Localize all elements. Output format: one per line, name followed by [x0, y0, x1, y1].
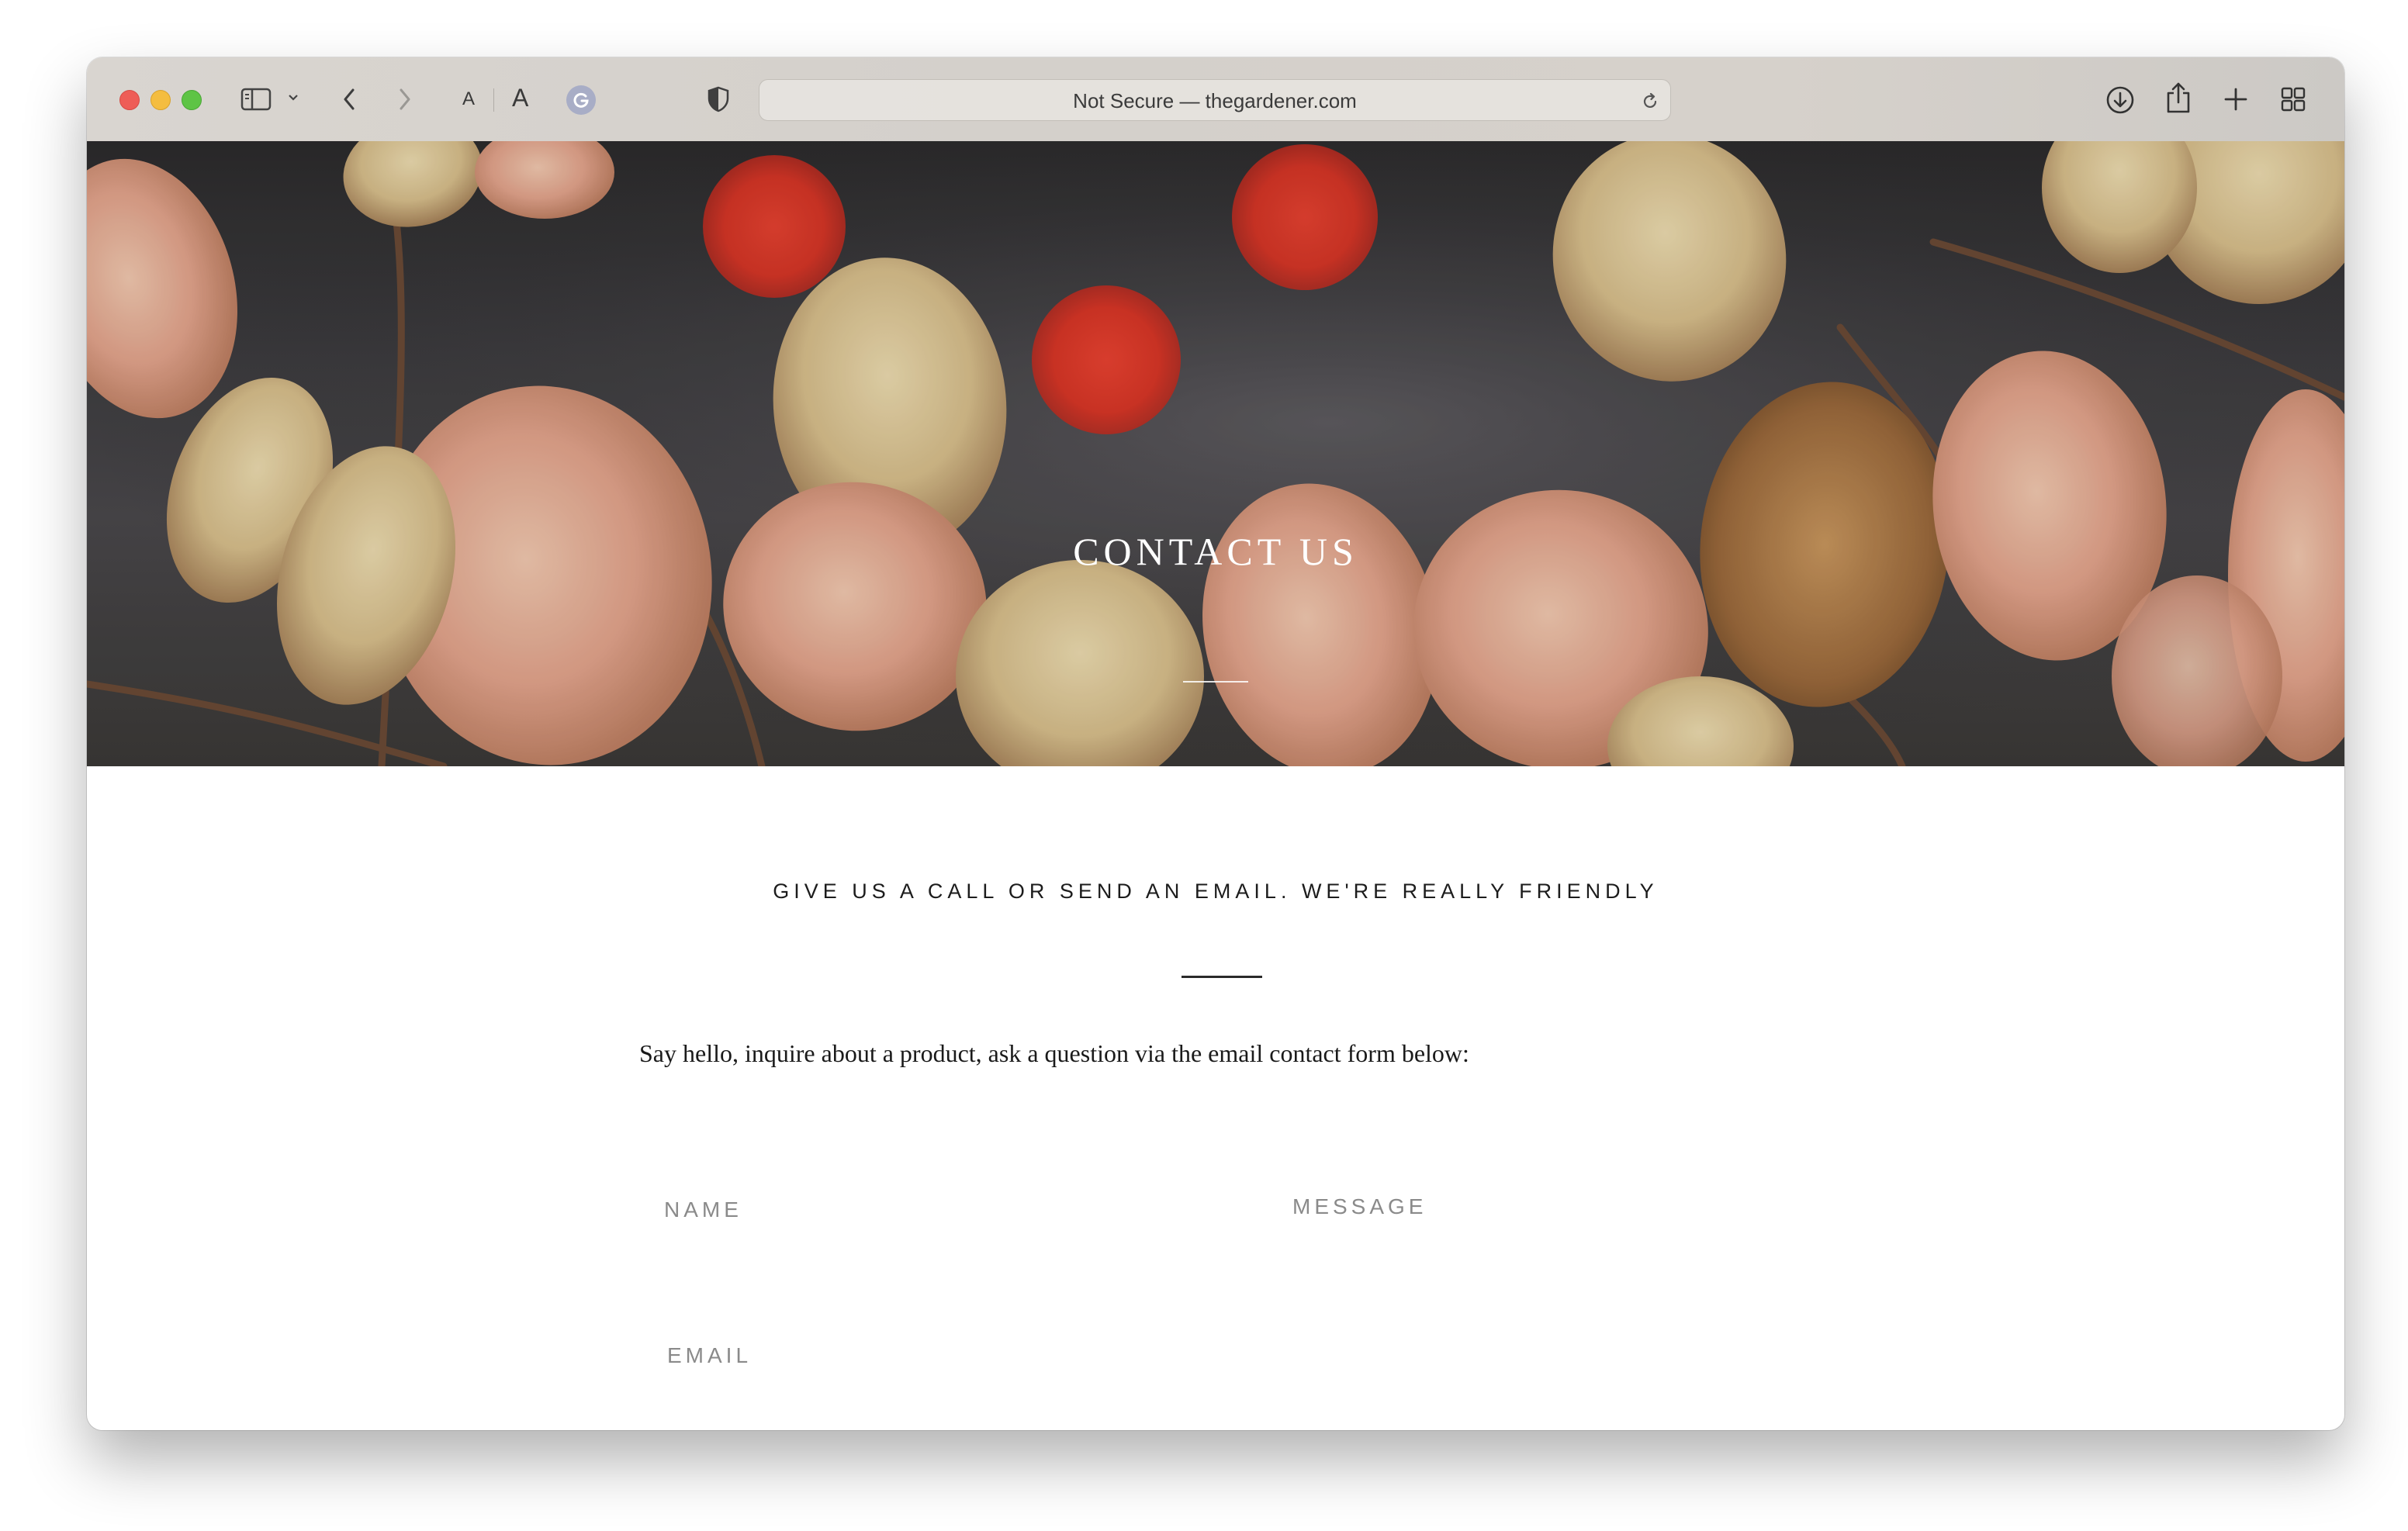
- download-icon[interactable]: [2104, 84, 2136, 116]
- intro-text: Say hello, inquire about a product, ask …: [639, 1039, 1469, 1067]
- email-field[interactable]: EMAIL: [667, 1343, 752, 1368]
- toolbar-divider: [493, 88, 494, 112]
- forward-icon[interactable]: [393, 85, 417, 113]
- privacy-shield-icon[interactable]: [704, 84, 732, 115]
- name-field[interactable]: NAME: [664, 1197, 742, 1222]
- reload-icon[interactable]: [1639, 91, 1661, 112]
- hero-banner: CONTACT US: [87, 141, 2344, 766]
- address-bar[interactable]: Not Secure — thegardener.com: [759, 79, 1671, 121]
- font-increase-button[interactable]: A: [512, 84, 528, 112]
- contact-tagline: GIVE US A CALL OR SEND AN EMAIL. WE'RE R…: [773, 880, 1659, 903]
- title-divider: [1183, 681, 1248, 683]
- close-window-button[interactable]: [119, 90, 140, 110]
- browser-toolbar: A A Not Secure — thegardener.com: [87, 57, 2344, 142]
- address-text: Not Secure — thegardener.com: [1073, 89, 1357, 112]
- sidebar-icon[interactable]: [239, 84, 273, 115]
- back-icon[interactable]: [337, 85, 362, 113]
- tagline-divider: [1182, 976, 1262, 978]
- font-decrease-button[interactable]: A: [462, 88, 475, 110]
- tab-overview-icon[interactable]: [2279, 85, 2307, 113]
- minimize-window-button[interactable]: [150, 90, 171, 110]
- chevron-down-icon[interactable]: [284, 88, 303, 107]
- share-icon[interactable]: [2163, 79, 2194, 116]
- page-title: CONTACT US: [1073, 530, 1358, 573]
- browser-window: A A Not Secure — thegardener.com CONTACT…: [87, 57, 2344, 1430]
- message-field[interactable]: MESSAGE: [1292, 1194, 1427, 1219]
- hero-background-image: [87, 141, 2344, 766]
- new-tab-icon[interactable]: [2222, 85, 2250, 113]
- zoom-window-button[interactable]: [182, 90, 202, 110]
- grammarly-icon[interactable]: [566, 85, 596, 115]
